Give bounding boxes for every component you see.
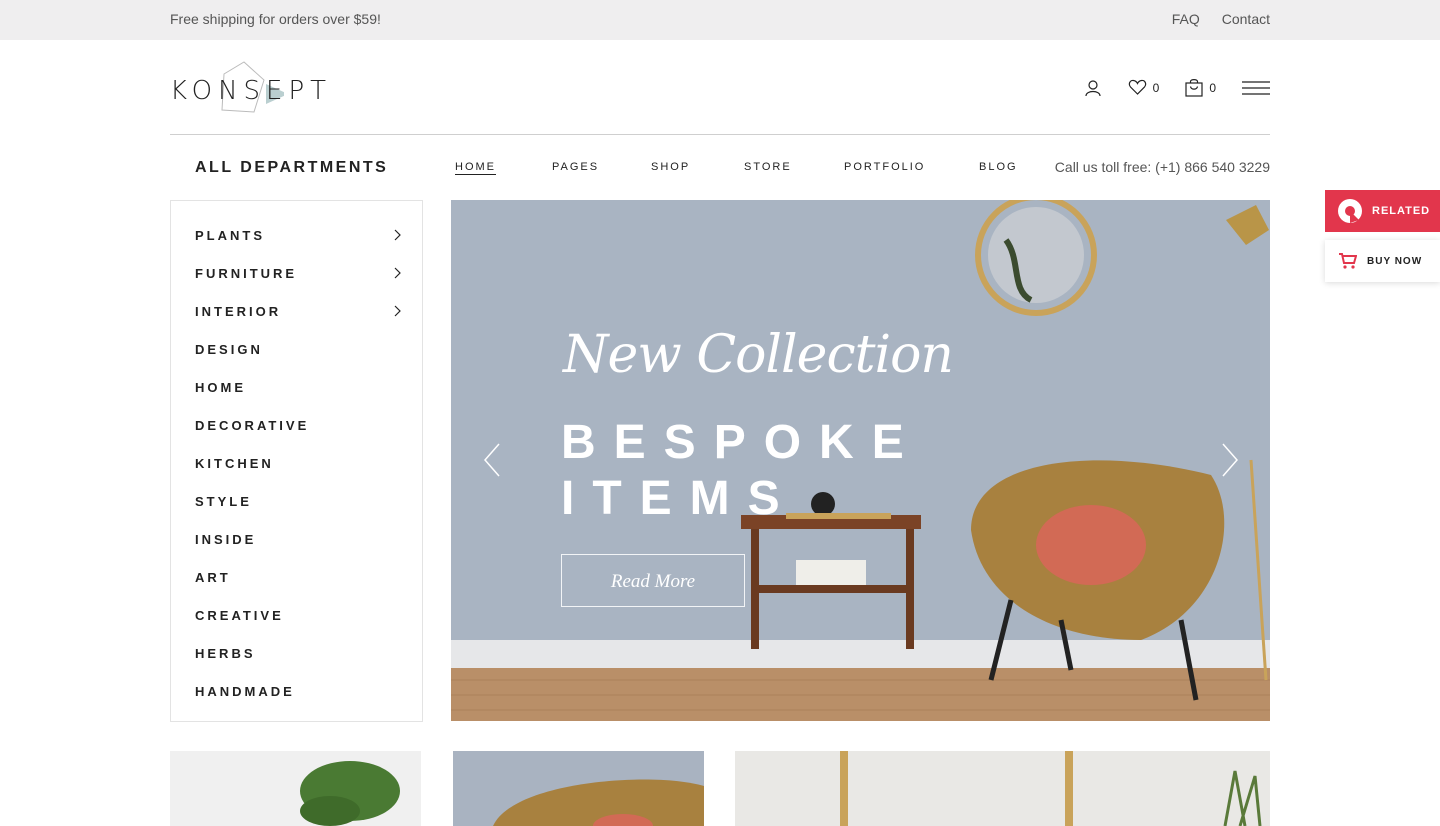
sidebar-item-label: STYLE — [195, 494, 252, 509]
site-header: KONSEPT 0 0 — [170, 40, 1270, 135]
departments-sidebar: PLANTS FURNITURE INTERIOR DESIGN HOME DE… — [170, 200, 423, 722]
sidebar-item-label: PLANTS — [195, 228, 265, 243]
top-bar: Free shipping for orders over $59! FAQ C… — [0, 0, 1440, 40]
shipping-promo: Free shipping for orders over $59! — [170, 11, 381, 27]
sidebar-item-label: DESIGN — [195, 342, 263, 357]
sidebar-item-label: INTERIOR — [195, 304, 282, 319]
sidebar-item-label: DECORATIVE — [195, 418, 310, 433]
nav-item-shop[interactable]: SHOP — [651, 161, 744, 173]
hero-headline-line2: ITEMS — [561, 472, 798, 525]
sidebar-item-label: HOME — [195, 380, 246, 395]
header-icons: 0 0 — [1084, 78, 1270, 97]
nav-item-store[interactable]: STORE — [744, 161, 844, 173]
chair-image — [453, 751, 704, 826]
sidebar-item-style[interactable]: STYLE — [171, 492, 422, 530]
nav-item-pages[interactable]: PAGES — [552, 161, 651, 173]
nav-item-home[interactable]: HOME — [455, 161, 552, 173]
sidebar-item-creative[interactable]: CREATIVE — [171, 606, 422, 644]
hero-headline-line1: BESPOKE — [561, 416, 922, 469]
sidebar-item-label: KITCHEN — [195, 456, 274, 471]
hero-headline: BESPOKE ITEMS — [561, 415, 922, 527]
sidebar-item-inside[interactable]: INSIDE — [171, 530, 422, 568]
chevron-right-icon — [394, 229, 401, 241]
read-more-button[interactable]: Read More — [561, 554, 745, 607]
side-menu-button[interactable] — [1242, 80, 1270, 95]
sidebar-item-label: HANDMADE — [195, 684, 295, 699]
plant-image — [170, 751, 421, 826]
site-logo[interactable]: KONSEPT — [170, 76, 332, 106]
sidebar-item-design[interactable]: DESIGN — [171, 340, 422, 378]
promo-tile-chair[interactable] — [453, 751, 704, 826]
sidebar-item-label: ART — [195, 570, 231, 585]
sidebar-item-label: INSIDE — [195, 532, 257, 547]
sidebar-item-home[interactable]: HOME — [171, 378, 422, 416]
buy-now-button[interactable]: BUY NOW — [1325, 240, 1440, 282]
shopping-bag-icon — [1185, 79, 1203, 97]
sidebar-item-kitchen[interactable]: KITCHEN — [171, 454, 422, 492]
cart-count: 0 — [1209, 80, 1216, 95]
decor-image — [735, 751, 1270, 826]
sidebar-item-furniture[interactable]: FURNITURE — [171, 264, 422, 302]
hero-slider: New Collection BESPOKE ITEMS Read More — [451, 200, 1270, 721]
toll-free-phone: Call us toll free: (+1) 866 540 3229 — [1054, 159, 1270, 175]
promo-tile-plants[interactable] — [170, 751, 421, 826]
cart-button[interactable]: 0 — [1185, 78, 1216, 97]
nav-item-blog[interactable]: BLOG — [979, 161, 1018, 173]
related-button[interactable]: RELATED — [1325, 190, 1440, 232]
account-button[interactable] — [1084, 79, 1102, 97]
promo-tile-decor[interactable] — [735, 751, 1270, 826]
buy-now-label: BUY NOW — [1367, 255, 1423, 267]
sidebar-item-art[interactable]: ART — [171, 568, 422, 606]
sidebar-item-herbs[interactable]: HERBS — [171, 644, 422, 682]
nav-menu: HOME PAGES SHOP STORE PORTFOLIO BLOG — [455, 161, 1018, 173]
faq-link[interactable]: FAQ — [1172, 11, 1200, 27]
sidebar-item-label: CREATIVE — [195, 608, 284, 623]
related-label: RELATED — [1372, 205, 1431, 217]
nav-item-portfolio[interactable]: PORTFOLIO — [844, 161, 979, 173]
cart-icon — [1339, 253, 1357, 269]
wishlist-count: 0 — [1152, 80, 1160, 95]
hamburger-menu-icon — [1242, 80, 1270, 95]
hero-script-title: New Collection — [563, 325, 954, 385]
chevron-right-icon — [394, 267, 401, 279]
sidebar-item-label: HERBS — [195, 646, 256, 661]
sidebar-item-handmade[interactable]: HANDMADE — [171, 682, 422, 720]
heart-icon — [1128, 79, 1146, 95]
sidebar-item-decorative[interactable]: DECORATIVE — [171, 416, 422, 454]
departments-list: PLANTS FURNITURE INTERIOR DESIGN HOME DE… — [171, 201, 422, 720]
chevron-left-icon[interactable] — [481, 440, 503, 480]
user-icon — [1085, 79, 1101, 96]
sidebar-item-label: FURNITURE — [195, 266, 298, 281]
chevron-right-icon — [394, 305, 401, 317]
related-icon — [1338, 199, 1362, 223]
wishlist-button[interactable]: 0 — [1128, 79, 1160, 96]
main-nav: ALL DEPARTMENTS HOME PAGES SHOP STORE PO… — [170, 135, 1270, 200]
sidebar-item-plants[interactable]: PLANTS — [171, 226, 422, 264]
chevron-right-icon[interactable] — [1219, 440, 1241, 480]
all-departments-label[interactable]: ALL DEPARTMENTS — [195, 159, 388, 177]
contact-link[interactable]: Contact — [1222, 11, 1270, 27]
sidebar-item-interior[interactable]: INTERIOR — [171, 302, 422, 340]
top-links: FAQ Contact — [1172, 11, 1270, 27]
